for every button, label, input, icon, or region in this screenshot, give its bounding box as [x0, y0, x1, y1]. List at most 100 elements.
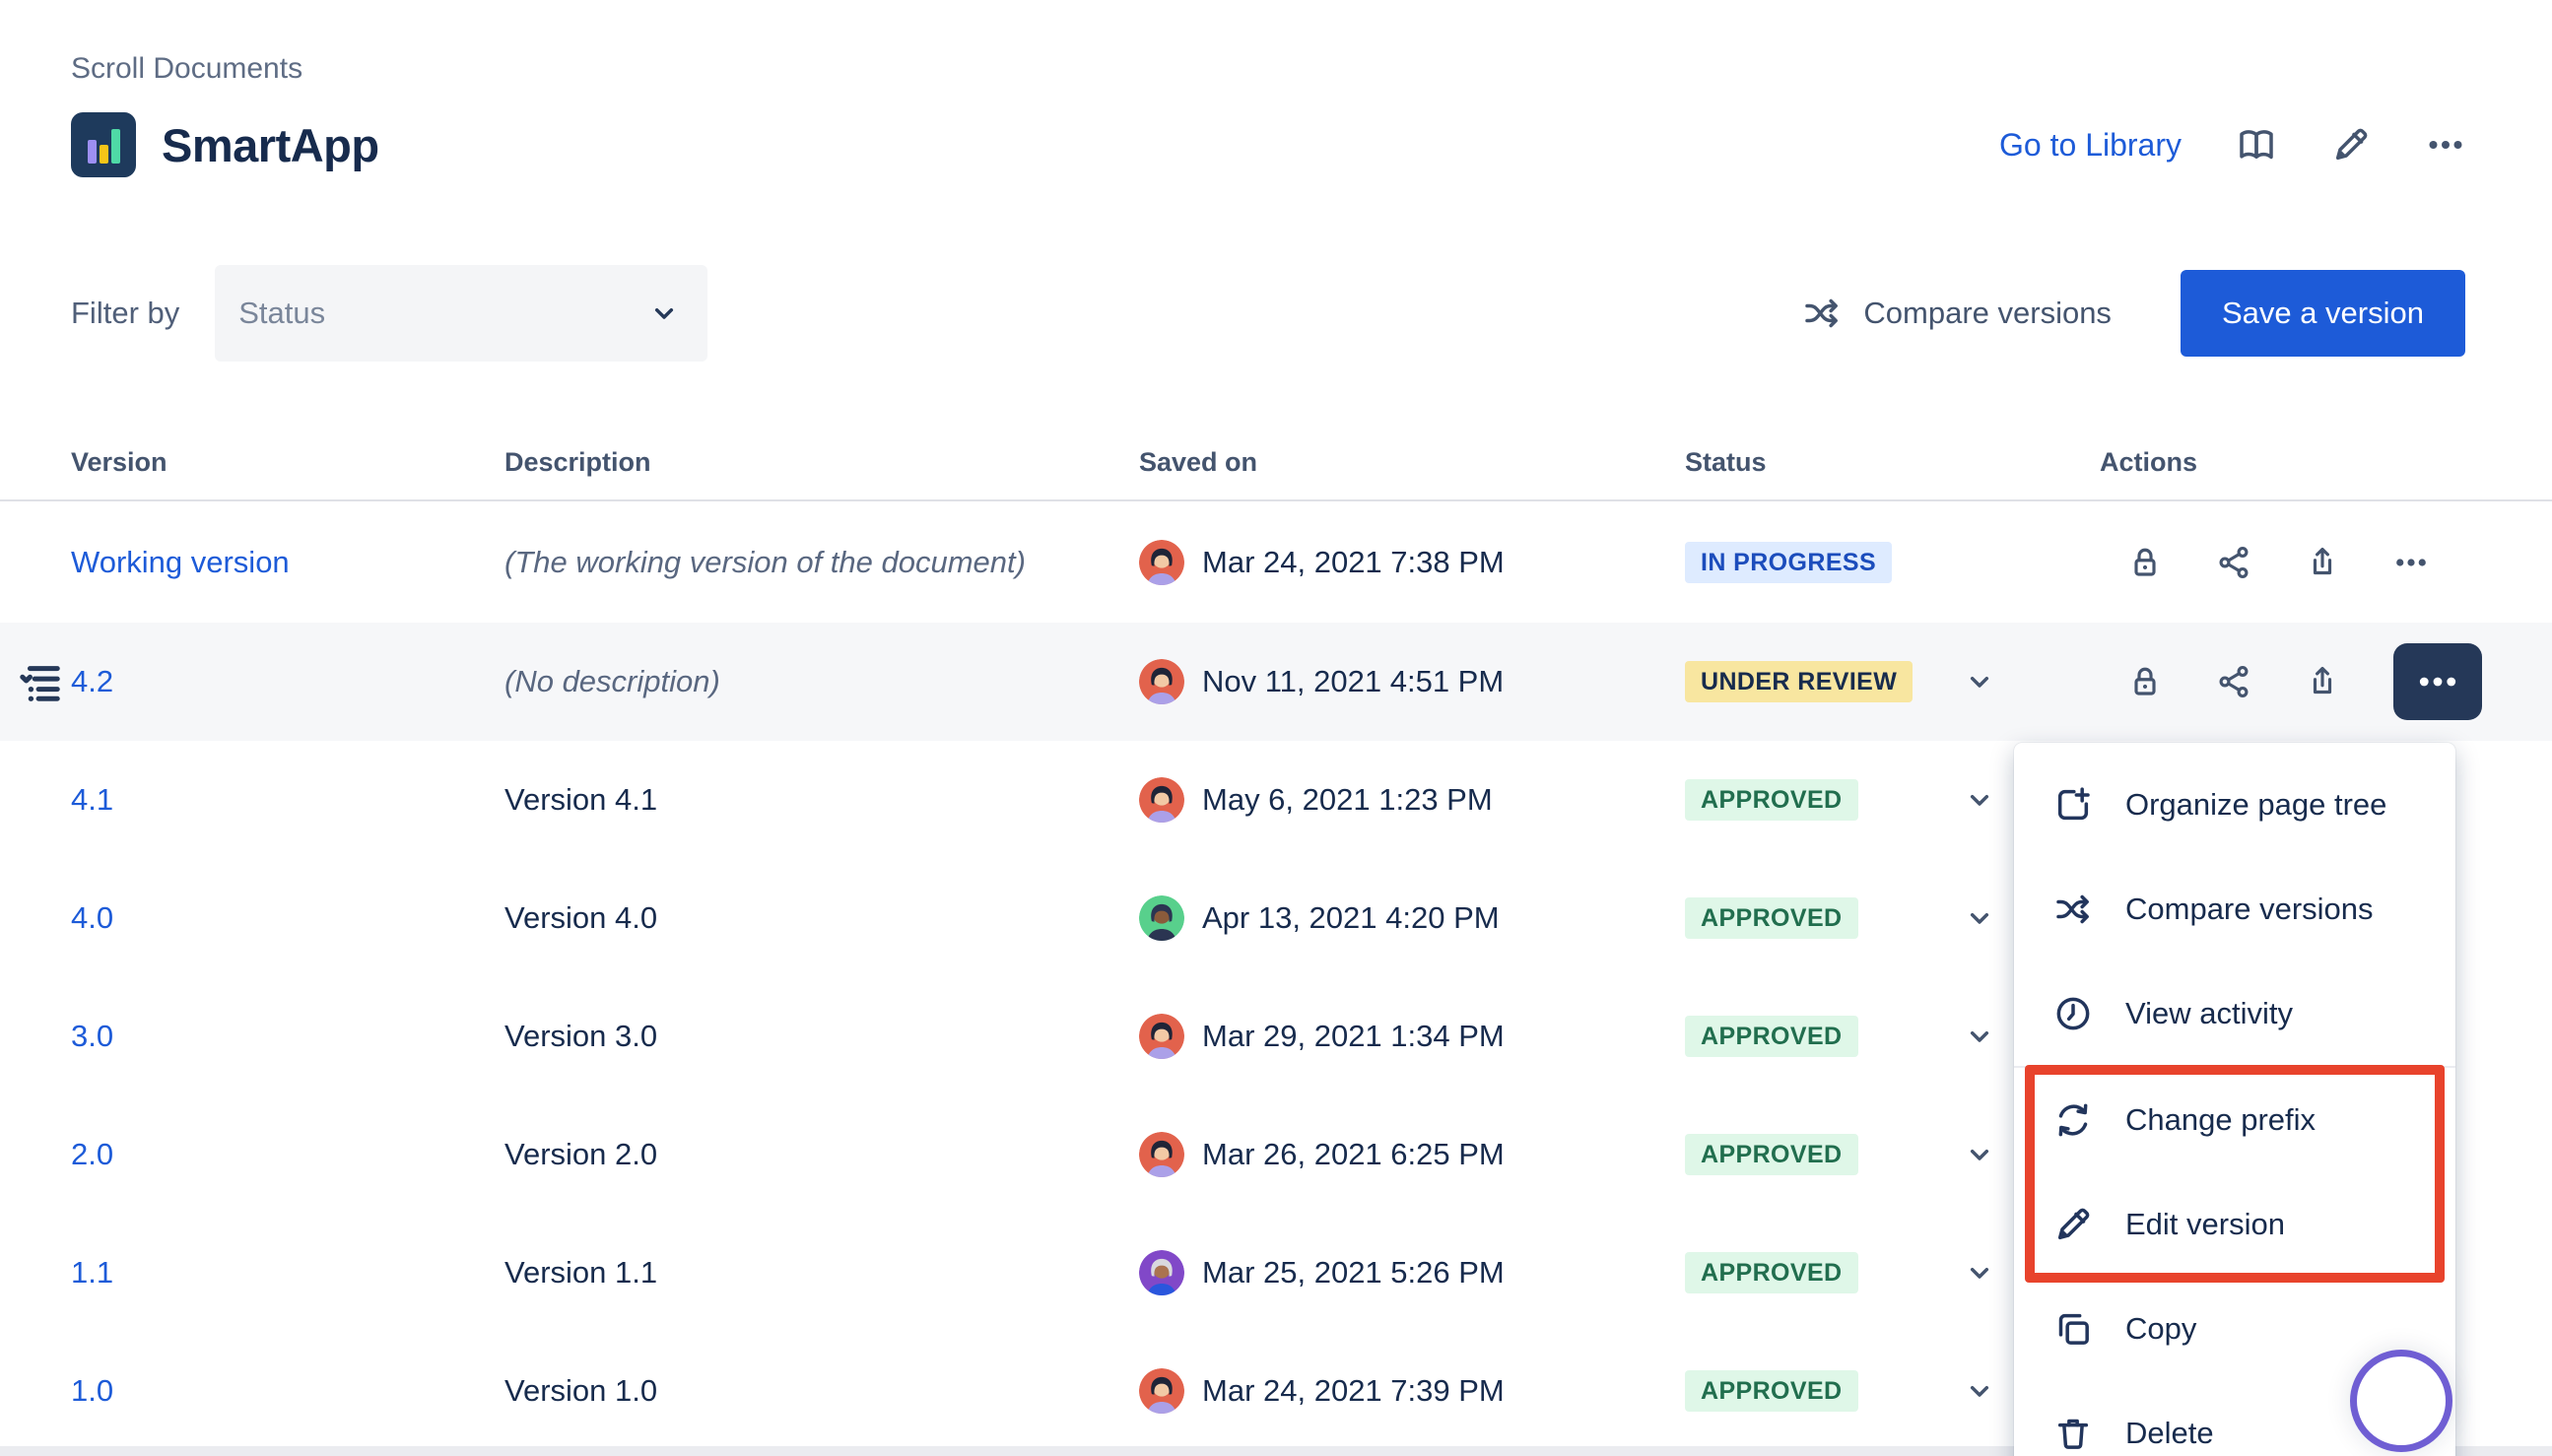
document-header: Scroll Documents SmartApp Go to Library [0, 0, 2552, 177]
status-badge[interactable]: APPROVED [1685, 1252, 1858, 1293]
chevron-down-icon[interactable] [1964, 902, 1995, 934]
status-badge[interactable]: APPROVED [1685, 1370, 1858, 1412]
filter-by-label: Filter by [71, 296, 179, 331]
more-icon-active[interactable] [2393, 643, 2482, 720]
version-link[interactable]: Working version [71, 545, 290, 579]
smartapp-logo [71, 112, 136, 177]
status-filter-select[interactable]: Status [215, 265, 707, 362]
status-badge[interactable]: APPROVED [1685, 1134, 1858, 1175]
chevron-down-icon[interactable] [1964, 784, 1995, 816]
logo-bar-purple [88, 140, 97, 164]
version-link[interactable]: 3.0 [71, 1019, 113, 1053]
more-icon[interactable] [2426, 125, 2465, 165]
user-avatar [1139, 1250, 1184, 1295]
share-icon[interactable] [2216, 545, 2251, 580]
version-description: Version 1.0 [504, 1373, 657, 1408]
user-avatar [1139, 1368, 1184, 1414]
lock-icon[interactable] [2127, 545, 2163, 580]
version-description: Version 1.1 [504, 1255, 657, 1290]
column-header-saved-on: Saved on [1139, 447, 1685, 478]
chevron-down-icon[interactable] [1964, 1257, 1995, 1289]
refresh-icon [2053, 1100, 2093, 1140]
menu-item-view-activity[interactable]: View activity [2014, 961, 2455, 1066]
version-link[interactable]: 1.0 [71, 1373, 113, 1408]
saved-on-date: Mar 26, 2021 6:25 PM [1202, 1137, 1505, 1172]
chevron-down-icon [648, 298, 680, 329]
saved-on-date: Mar 24, 2021 7:39 PM [1202, 1373, 1505, 1409]
lock-icon[interactable] [2127, 664, 2163, 699]
export-icon[interactable] [2305, 545, 2340, 580]
user-avatar [1139, 1132, 1184, 1177]
version-description: Version 3.0 [504, 1019, 657, 1053]
version-link[interactable]: 2.0 [71, 1137, 113, 1171]
saved-on-date: Mar 29, 2021 1:34 PM [1202, 1019, 1505, 1054]
version-link[interactable]: 1.1 [71, 1255, 113, 1290]
version-description: Version 4.1 [504, 782, 657, 817]
chevron-down-icon[interactable] [1964, 1021, 1995, 1052]
menu-item-edit-version[interactable]: Edit version [2014, 1172, 2455, 1277]
column-header-actions: Actions [2100, 447, 2552, 478]
logo-bar-teal [111, 129, 120, 164]
scroll-documents-page: Scroll Documents SmartApp Go to Library … [0, 0, 2552, 1456]
column-header-description: Description [504, 447, 1139, 478]
go-to-library-link[interactable]: Go to Library [1999, 127, 2182, 164]
logo-bar-yellow [100, 145, 108, 164]
status-badge[interactable]: APPROVED [1685, 1016, 1858, 1057]
menu-item-copy[interactable]: Copy [2014, 1277, 2455, 1381]
version-link[interactable]: 4.1 [71, 782, 113, 817]
title-row: SmartApp Go to Library [71, 112, 2465, 177]
user-avatar [1139, 659, 1184, 704]
status-badge[interactable]: APPROVED [1685, 779, 1858, 821]
compare-versions-button[interactable]: Compare versions [1802, 294, 2112, 333]
user-avatar [1139, 895, 1184, 941]
export-icon[interactable] [2305, 664, 2340, 699]
shuffle-icon [2053, 890, 2093, 929]
saved-on-date: Apr 13, 2021 4:20 PM [1202, 900, 1500, 936]
user-avatar [1139, 777, 1184, 823]
copy-icon [2053, 1309, 2093, 1349]
version-link[interactable]: 4.2 [71, 664, 113, 698]
version-description: Version 2.0 [504, 1137, 657, 1171]
clock-icon [2053, 994, 2093, 1033]
menu-item-change-prefix[interactable]: Change prefix [2014, 1068, 2455, 1172]
page-title: SmartApp [162, 118, 379, 172]
save-a-version-button[interactable]: Save a version [2181, 270, 2465, 357]
pencil-icon[interactable] [2331, 125, 2371, 165]
user-avatar [1139, 1014, 1184, 1059]
version-link[interactable]: 4.0 [71, 900, 113, 935]
version-tree-icon[interactable] [18, 659, 63, 704]
version-description: (No description) [504, 664, 720, 698]
menu-item-compare-versions[interactable]: Compare versions [2014, 857, 2455, 961]
table-row: Working version (The working version of … [0, 501, 2552, 623]
column-header-status: Status [1685, 447, 2100, 478]
status-badge: IN PROGRESS [1685, 542, 1892, 583]
shuffle-icon [1802, 294, 1842, 333]
saved-on-date: Mar 25, 2021 5:26 PM [1202, 1255, 1505, 1291]
chevron-down-icon[interactable] [1964, 1139, 1995, 1170]
saved-on-date: May 6, 2021 1:23 PM [1202, 782, 1493, 818]
saved-on-date: Nov 11, 2021 4:51 PM [1202, 664, 1504, 699]
menu-item-delete[interactable]: Delete [2014, 1381, 2455, 1456]
version-description: (The working version of the document) [504, 545, 1026, 579]
column-header-version: Version [71, 447, 504, 478]
header-actions: Go to Library [1999, 125, 2465, 165]
status-badge[interactable]: APPROVED [1685, 897, 1858, 939]
status-filter-value: Status [238, 296, 325, 331]
chevron-down-icon[interactable] [1964, 666, 1995, 697]
breadcrumb[interactable]: Scroll Documents [71, 51, 2465, 87]
table-header: Version Description Saved on Status Acti… [0, 447, 2552, 501]
book-icon[interactable] [2237, 125, 2276, 165]
page-plus-icon [2053, 785, 2093, 825]
share-icon[interactable] [2216, 664, 2251, 699]
menu-item-organize-page-tree[interactable]: Organize page tree [2014, 753, 2455, 857]
more-icon[interactable] [2393, 545, 2429, 580]
version-description: Version 4.0 [504, 900, 657, 935]
row-actions [2100, 643, 2552, 720]
version-actions-menu: Organize page tree Compare versions View… [2014, 743, 2455, 1456]
saved-on-date: Mar 24, 2021 7:38 PM [1202, 545, 1505, 580]
status-badge[interactable]: UNDER REVIEW [1685, 661, 1913, 702]
toolbar-right: Compare versions Save a version [1802, 270, 2465, 357]
chevron-down-icon[interactable] [1964, 1375, 1995, 1407]
pencil-icon [2053, 1205, 2093, 1244]
table-row: 4.2 (No description) Nov 11, 2021 4:51 P… [0, 623, 2552, 741]
